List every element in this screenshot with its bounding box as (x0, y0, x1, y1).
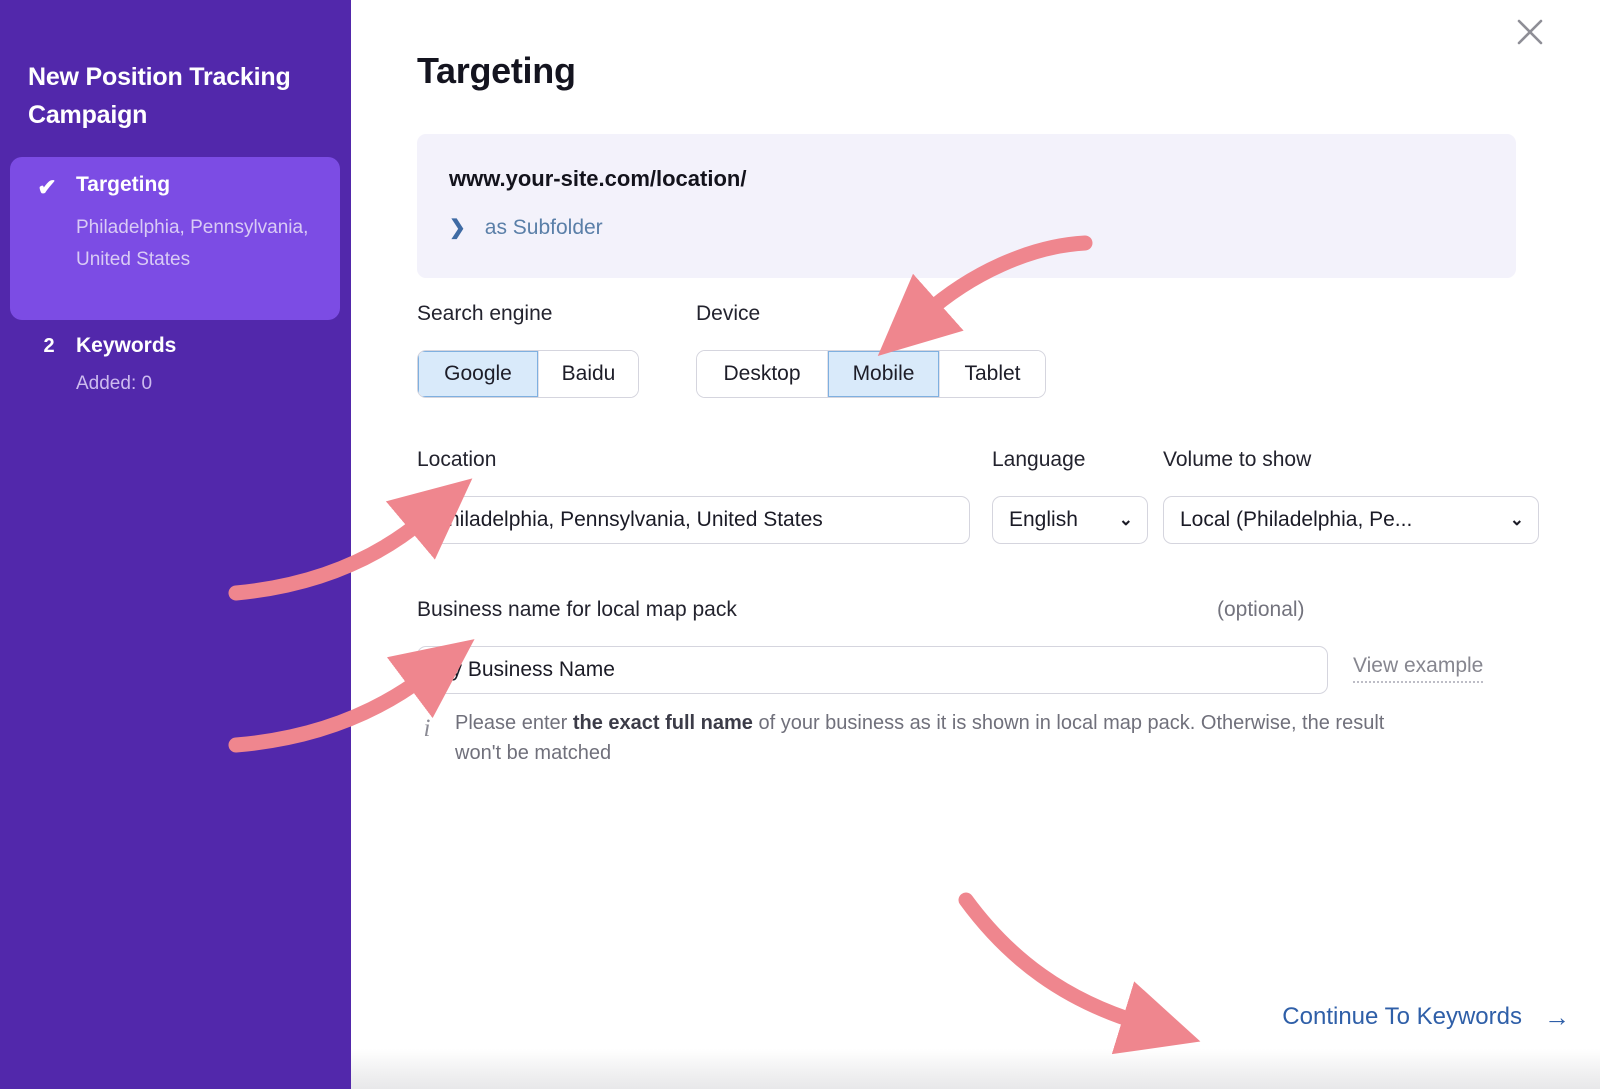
business-name-hint: i Please enter the exact full name of yo… (417, 708, 1417, 768)
check-icon: ✔ (34, 174, 60, 200)
business-name-hint-text: Please enter the exact full name of your… (455, 708, 1417, 768)
view-example-link[interactable]: View example (1353, 654, 1483, 683)
target-url-value: www.your-site.com/location/ (449, 166, 746, 192)
search-engine-label: Search engine (417, 302, 552, 326)
search-engine-option-baidu[interactable]: Baidu (539, 351, 638, 397)
location-input[interactable]: Philadelphia, Pennsylvania, United State… (417, 496, 970, 544)
close-icon[interactable] (1508, 10, 1552, 54)
footer-divider (351, 1049, 1600, 1089)
device-label: Device (696, 302, 760, 326)
target-url-panel: www.your-site.com/location/ ❯ as Subfold… (417, 134, 1516, 278)
info-icon: i (417, 715, 437, 743)
volume-select-value: Local (Philadelphia, Pe... (1180, 508, 1412, 532)
language-select-value: English (1009, 508, 1078, 532)
sidebar-step-keywords[interactable]: 2 Keywords Added: 0 (10, 327, 340, 432)
arrow-right-icon: → (1544, 1004, 1570, 1030)
targeting-panel: Targeting www.your-site.com/location/ ❯ … (351, 0, 1600, 1089)
volume-label: Volume to show (1163, 448, 1311, 472)
hint-text-bold: the exact full name (573, 712, 753, 734)
campaign-title: New Position Tracking Campaign (28, 58, 328, 134)
campaign-sidebar: New Position Tracking Campaign ✔ Targeti… (0, 0, 351, 1089)
continue-to-keywords-button[interactable]: Continue To Keywords → (1282, 1003, 1570, 1031)
chevron-right-icon: ❯ (449, 218, 466, 238)
page-title: Targeting (417, 50, 576, 92)
search-engine-option-google[interactable]: Google (418, 351, 539, 397)
sidebar-step-targeting[interactable]: ✔ Targeting Philadelphia, Pennsylvania, … (10, 157, 340, 320)
business-name-label: Business name for local map pack (417, 598, 737, 622)
position-tracking-campaign-modal: New Position Tracking Campaign ✔ Targeti… (0, 0, 1600, 1089)
sidebar-step-targeting-sublabel: Philadelphia, Pennsylvania, United State… (76, 212, 321, 276)
language-label: Language (992, 448, 1085, 472)
chevron-down-icon: ⌄ (1510, 510, 1524, 530)
hint-text-before: Please enter (455, 712, 573, 734)
sidebar-step-keywords-label: Keywords (76, 334, 176, 358)
continue-to-keywords-label: Continue To Keywords (1282, 1003, 1522, 1031)
device-option-tablet[interactable]: Tablet (940, 351, 1045, 397)
sidebar-step-keywords-sublabel: Added: 0 (76, 373, 152, 395)
sidebar-step-keywords-number: 2 (36, 335, 62, 358)
search-engine-toggle[interactable]: Google Baidu (417, 350, 639, 398)
device-option-desktop[interactable]: Desktop (697, 351, 828, 397)
location-label: Location (417, 448, 496, 472)
volume-to-show-select[interactable]: Local (Philadelphia, Pe... ⌄ (1163, 496, 1539, 544)
business-name-optional-tag: (optional) (1217, 598, 1305, 622)
as-subfolder-label: as Subfolder (485, 216, 603, 240)
device-option-mobile[interactable]: Mobile (828, 351, 940, 397)
language-select[interactable]: English ⌄ (992, 496, 1148, 544)
chevron-down-icon: ⌄ (1119, 510, 1133, 530)
business-name-input[interactable]: My Business Name (417, 646, 1328, 694)
sidebar-step-targeting-label: Targeting (76, 173, 170, 197)
as-subfolder-link[interactable]: ❯ as Subfolder (449, 216, 603, 240)
device-toggle[interactable]: Desktop Mobile Tablet (696, 350, 1046, 398)
